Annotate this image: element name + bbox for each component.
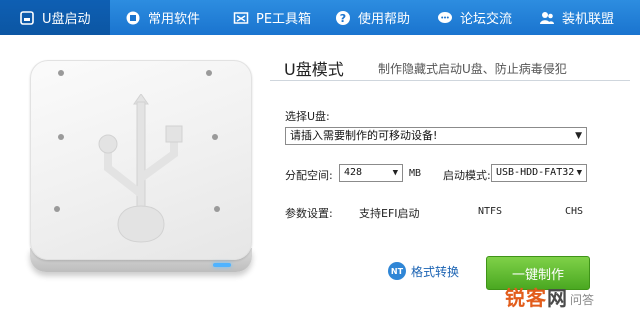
boot-mode-value: USB-HDD-FAT32	[496, 167, 575, 178]
select-usb-label: 选择U盘:	[285, 110, 330, 123]
pe-toolbox-icon	[232, 9, 250, 27]
nav-tab-help[interactable]: ? 使用帮助	[326, 0, 428, 35]
ntfs-convert-icon: NT	[388, 262, 406, 280]
screw-icon	[214, 206, 220, 212]
usb-symbol-icon	[98, 94, 183, 243]
watermark-brand-main: 锐客	[505, 286, 547, 310]
screw-icon	[58, 70, 64, 76]
nav-label: 论坛交流	[460, 12, 513, 27]
usb-device-select[interactable]: 请插入需要制作的可移动设备! ▼	[285, 127, 587, 145]
watermark-sub: 问答	[570, 293, 595, 307]
screw-icon	[212, 134, 218, 140]
software-icon	[124, 9, 142, 27]
chevron-down-icon: ▼	[576, 168, 582, 178]
screw-icon	[206, 70, 212, 76]
svg-text:?: ?	[340, 12, 346, 25]
chevron-down-icon: ▼	[575, 131, 582, 141]
nav-label: PE工具箱	[256, 12, 312, 27]
partition-size-select[interactable]: 428 ▼	[339, 164, 403, 182]
people-icon	[538, 9, 556, 27]
nav-tab-forum[interactable]: 论坛交流	[428, 0, 530, 35]
watermark-brand-net: 网	[547, 286, 568, 310]
format-convert-label: 格式转换	[411, 264, 460, 279]
usb-drive-illustration	[18, 52, 263, 284]
params-label: 参数设置:	[285, 207, 333, 220]
partition-label: 分配空间:	[285, 169, 333, 182]
chevron-down-icon: ▼	[392, 168, 398, 178]
nav-tab-usb-boot[interactable]: U盘启动	[0, 0, 110, 35]
nav-tab-alliance[interactable]: 装机联盟	[530, 0, 640, 35]
usb-device-value: 请插入需要制作的可移动设备!	[290, 129, 438, 142]
nav-label: U盘启动	[42, 12, 91, 27]
drive-led	[213, 263, 231, 267]
watermark-brand: 锐客网	[505, 282, 568, 311]
partition-unit: MB	[409, 168, 422, 179]
page-title: U盘模式	[284, 60, 344, 79]
screw-icon	[58, 134, 64, 140]
screw-icon	[54, 206, 60, 212]
format-convert-button[interactable]: NT 格式转换	[388, 262, 459, 280]
chat-icon	[436, 9, 454, 27]
ntfs-option[interactable]: NTFS	[478, 206, 502, 217]
nav-tab-pe-toolbox[interactable]: PE工具箱	[220, 0, 326, 35]
nav-label: 常用软件	[148, 12, 201, 27]
usb-drive-icon	[18, 9, 36, 27]
boot-mode-select[interactable]: USB-HDD-FAT32 ▼	[491, 164, 587, 182]
nav-tab-software[interactable]: 常用软件	[110, 0, 220, 35]
efi-option[interactable]: 支持EFI启动	[359, 205, 420, 221]
boot-mode-label: 启动模式:	[443, 169, 491, 182]
watermark: 锐客网 问答	[505, 282, 594, 311]
chs-option[interactable]: CHS	[565, 206, 583, 217]
partition-size-value: 428	[344, 167, 363, 178]
page-subtitle: 制作隐藏式启动U盘、防止病毒侵犯	[378, 62, 567, 76]
mode-header: U盘模式 制作隐藏式启动U盘、防止病毒侵犯	[270, 48, 630, 84]
help-icon: ?	[334, 9, 352, 27]
nav-label: 装机联盟	[562, 12, 615, 27]
top-nav: U盘启动 常用软件 PE工具箱 ? 使用帮助 论坛交流 装机联盟	[0, 0, 640, 35]
divider	[270, 80, 630, 81]
nav-label: 使用帮助	[358, 12, 411, 27]
